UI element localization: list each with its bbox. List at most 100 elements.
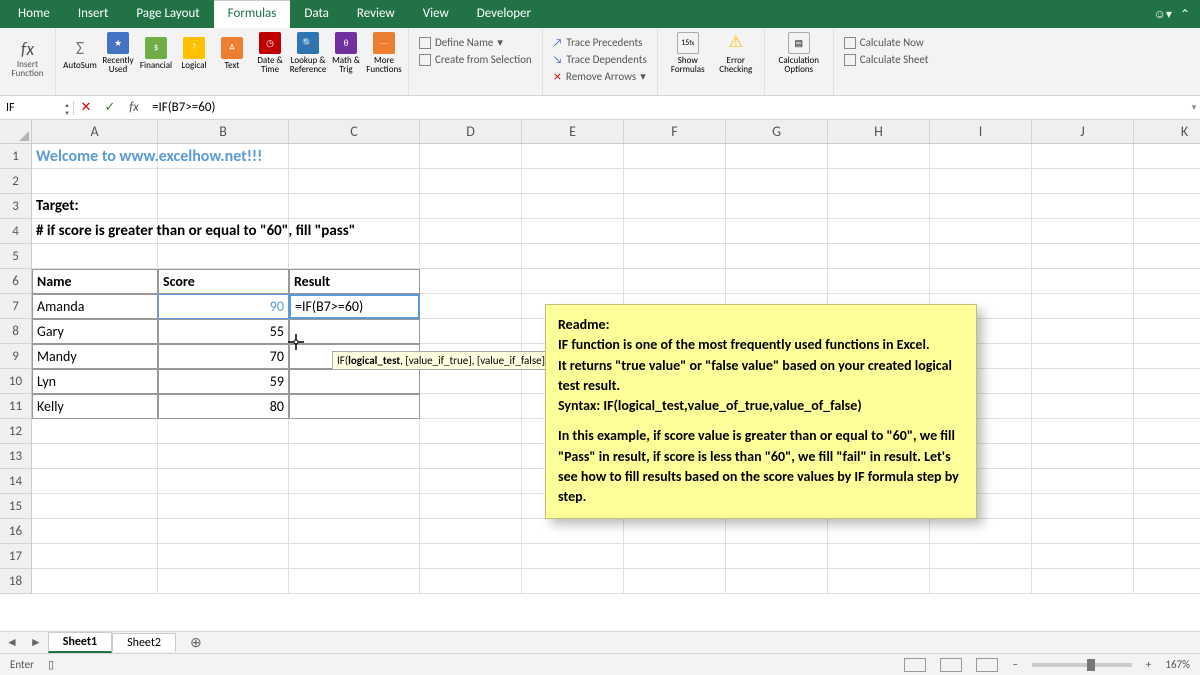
- logical-button[interactable]: ?Logical: [176, 37, 212, 70]
- cell-D1[interactable]: [420, 144, 522, 169]
- cell-K14[interactable]: [1134, 469, 1200, 494]
- cell-H5[interactable]: [828, 244, 930, 269]
- cell-D6[interactable]: [420, 269, 522, 294]
- cell-F16[interactable]: [624, 519, 726, 544]
- cell-E2[interactable]: [522, 169, 624, 194]
- sheet-nav-prev-icon[interactable]: ◄: [0, 635, 24, 650]
- cell-F5[interactable]: [624, 244, 726, 269]
- name-box[interactable]: IF ▲▼: [0, 101, 74, 115]
- cell-D10[interactable]: [420, 369, 522, 394]
- cell-H2[interactable]: [828, 169, 930, 194]
- cell-B2[interactable]: [158, 169, 289, 194]
- cell-B17[interactable]: [158, 544, 289, 569]
- zoom-out-button[interactable]: −: [1012, 658, 1017, 671]
- date-time-button[interactable]: ◷Date & Time: [252, 32, 288, 74]
- col-header-K[interactable]: K: [1134, 120, 1200, 143]
- cell-A13[interactable]: [32, 444, 158, 469]
- cell-G18[interactable]: [726, 569, 828, 594]
- smiley-icon[interactable]: ☺▾: [1154, 7, 1172, 22]
- recently-used-button[interactable]: ★Recently Used: [100, 32, 136, 74]
- cell-E3[interactable]: [522, 194, 624, 219]
- cell-D8[interactable]: [420, 319, 522, 344]
- cell-J2[interactable]: [1032, 169, 1134, 194]
- show-formulas-button[interactable]: 15fxShow Formulas: [664, 32, 712, 74]
- cell-D11[interactable]: [420, 394, 522, 419]
- math-trig-button[interactable]: θMath & Trig: [328, 32, 364, 74]
- cell-A6[interactable]: Name: [32, 269, 158, 294]
- cell-J18[interactable]: [1032, 569, 1134, 594]
- insert-function-button[interactable]: fx Insert Function: [2, 32, 54, 84]
- row-header-16[interactable]: 16: [0, 519, 31, 544]
- cell-B3[interactable]: [158, 194, 289, 219]
- cell-F17[interactable]: [624, 544, 726, 569]
- cell-C3[interactable]: [289, 194, 420, 219]
- cell-I2[interactable]: [930, 169, 1032, 194]
- cell-J5[interactable]: [1032, 244, 1134, 269]
- cell-J13[interactable]: [1032, 444, 1134, 469]
- cell-K17[interactable]: [1134, 544, 1200, 569]
- cell-F6[interactable]: [624, 269, 726, 294]
- cell-A8[interactable]: Gary: [32, 319, 158, 344]
- cell-B15[interactable]: [158, 494, 289, 519]
- row-header-10[interactable]: 10: [0, 369, 31, 394]
- cell-H16[interactable]: [828, 519, 930, 544]
- cell-K13[interactable]: [1134, 444, 1200, 469]
- cell-I6[interactable]: [930, 269, 1032, 294]
- cell-J8[interactable]: [1032, 319, 1134, 344]
- cell-E16[interactable]: [522, 519, 624, 544]
- cell-J6[interactable]: [1032, 269, 1134, 294]
- row-header-5[interactable]: 5: [0, 244, 31, 269]
- cell-A1[interactable]: Welcome to www.excelhow.net!!!: [32, 144, 158, 169]
- cell-D12[interactable]: [420, 419, 522, 444]
- cell-I18[interactable]: [930, 569, 1032, 594]
- cell-K10[interactable]: [1134, 369, 1200, 394]
- cell-A11[interactable]: Kelly: [32, 394, 158, 419]
- col-header-G[interactable]: G: [726, 120, 828, 143]
- cell-A14[interactable]: [32, 469, 158, 494]
- row-header-8[interactable]: 8: [0, 319, 31, 344]
- row-header-11[interactable]: 11: [0, 394, 31, 419]
- cell-A17[interactable]: [32, 544, 158, 569]
- row-header-9[interactable]: 9: [0, 344, 31, 369]
- more-functions-button[interactable]: ⋯More Functions: [366, 32, 402, 74]
- cancel-edit-icon[interactable]: ✕: [74, 100, 98, 115]
- accept-edit-icon[interactable]: ✓: [98, 100, 122, 115]
- cell-F18[interactable]: [624, 569, 726, 594]
- cell-J17[interactable]: [1032, 544, 1134, 569]
- cell-D18[interactable]: [420, 569, 522, 594]
- cell-K7[interactable]: [1134, 294, 1200, 319]
- col-header-H[interactable]: H: [828, 120, 930, 143]
- formula-input[interactable]: =IF(B7>=60): [146, 100, 1188, 115]
- cell-C1[interactable]: [289, 144, 420, 169]
- cell-K8[interactable]: [1134, 319, 1200, 344]
- sheet-tab-1[interactable]: Sheet1: [48, 632, 112, 653]
- cell-B5[interactable]: [158, 244, 289, 269]
- add-sheet-button[interactable]: ⊕: [176, 632, 216, 653]
- cell-B11[interactable]: 80: [158, 394, 289, 419]
- cell-A12[interactable]: [32, 419, 158, 444]
- cell-I17[interactable]: [930, 544, 1032, 569]
- cell-D17[interactable]: [420, 544, 522, 569]
- cell-J14[interactable]: [1032, 469, 1134, 494]
- cell-C5[interactable]: [289, 244, 420, 269]
- cell-B6[interactable]: Score: [158, 269, 289, 294]
- cell-C10[interactable]: [289, 369, 420, 394]
- col-header-A[interactable]: A: [32, 120, 158, 143]
- calculation-options-button[interactable]: ▤Calculation Options: [771, 32, 827, 74]
- view-normal-button[interactable]: [904, 658, 926, 672]
- namebox-up-icon[interactable]: ▲: [61, 101, 73, 109]
- cell-K2[interactable]: [1134, 169, 1200, 194]
- trace-dependents-button[interactable]: ↘Trace Dependents: [553, 53, 647, 66]
- cell-E4[interactable]: [522, 219, 624, 244]
- col-header-D[interactable]: D: [420, 120, 522, 143]
- tab-data[interactable]: Data: [290, 0, 343, 28]
- cell-D2[interactable]: [420, 169, 522, 194]
- financial-button[interactable]: $Financial: [138, 37, 174, 70]
- row-header-13[interactable]: 13: [0, 444, 31, 469]
- cell-E6[interactable]: [522, 269, 624, 294]
- cell-G2[interactable]: [726, 169, 828, 194]
- cell-C11[interactable]: [289, 394, 420, 419]
- cell-D13[interactable]: [420, 444, 522, 469]
- cell-K5[interactable]: [1134, 244, 1200, 269]
- cell-J10[interactable]: [1032, 369, 1134, 394]
